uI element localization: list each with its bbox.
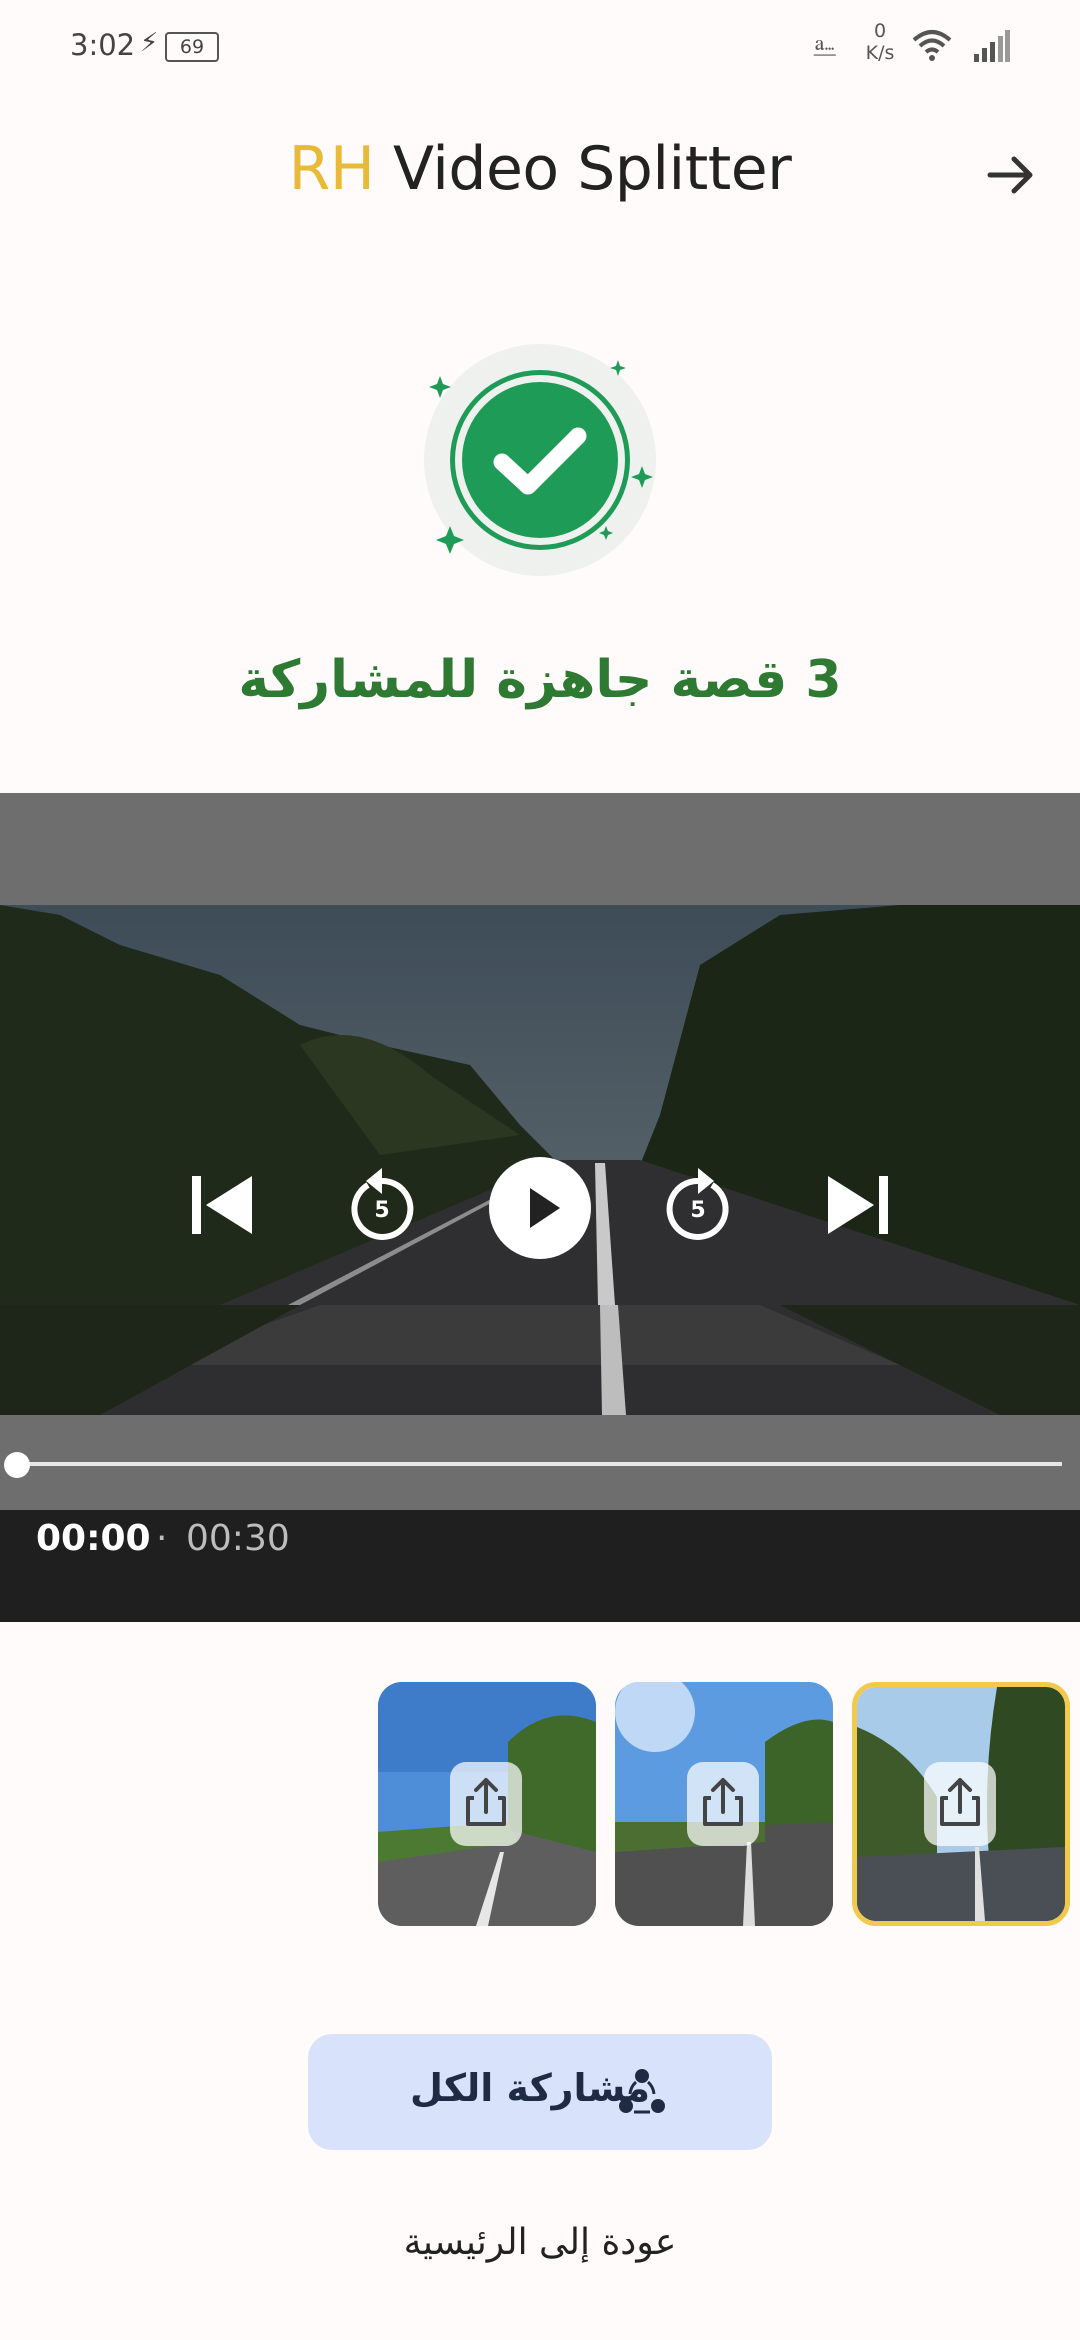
share-network-icon — [619, 2069, 665, 2114]
sparkle-icon — [631, 466, 653, 488]
play-button[interactable] — [488, 1150, 592, 1260]
sparkle-icon — [429, 376, 451, 398]
rewind-5-button[interactable]: 5 — [340, 1150, 424, 1260]
share-icon — [940, 1778, 980, 1826]
forward-5-button[interactable]: 5 — [656, 1150, 740, 1260]
share-button[interactable] — [687, 1762, 759, 1846]
duration: 00:30 — [186, 1518, 290, 1559]
share-button[interactable] — [924, 1762, 996, 1846]
sparkle-icon — [610, 360, 626, 376]
back-to-home-link[interactable]: عودة إلى الرئيسية — [0, 2222, 1080, 2263]
wifi-icon — [912, 30, 952, 61]
sparkle-icon — [436, 526, 464, 554]
charging-icon: ⚡ — [140, 28, 159, 58]
forward-seconds: 5 — [690, 1198, 706, 1223]
play-icon — [489, 1157, 591, 1259]
rewind-seconds: 5 — [374, 1198, 390, 1223]
current-time: 00:00 — [36, 1518, 151, 1559]
ready-message: 3 قصة جاهزة للمشاركة — [238, 650, 842, 710]
player-controls: 5 5 — [0, 1150, 1080, 1270]
checkmark-icon — [429, 360, 653, 554]
share-button[interactable] — [450, 1762, 522, 1846]
net-speed: 0 K/s — [860, 20, 900, 64]
app-header: RH Video Splitter — [0, 120, 1080, 220]
seek-bar[interactable] — [18, 1462, 1062, 1466]
seek-bar-knob[interactable] — [4, 1452, 30, 1478]
signal-icon — [974, 30, 1010, 62]
forward-arrow-button[interactable] — [978, 142, 1044, 208]
clip-thumbnail-1[interactable] — [378, 1682, 596, 1926]
usb-icon: ⎁ — [812, 26, 838, 64]
share-all-button[interactable]: مشاركة الكل — [308, 2034, 772, 2150]
app-title-rest: Video Splitter — [374, 134, 792, 204]
skip-previous-icon[interactable] — [180, 1150, 264, 1260]
app-title: RH Video Splitter — [0, 134, 1080, 204]
status-time: 3:02 — [70, 28, 136, 62]
clip-thumbnail-3[interactable] — [852, 1682, 1070, 1926]
app-title-prefix: RH — [288, 134, 375, 204]
video-lower-frame — [0, 1305, 1080, 1415]
battery-icon: 69 — [165, 32, 219, 62]
player-top-band — [0, 793, 1080, 905]
net-speed-unit: K/s — [865, 42, 895, 64]
success-badge — [420, 340, 660, 580]
time-separator: · — [156, 1518, 168, 1559]
skip-next-icon[interactable] — [816, 1150, 900, 1260]
net-speed-value: 0 — [873, 20, 887, 42]
status-bar: 3:02 ⚡ 69 ⎁ 0 K/s — [0, 0, 1080, 90]
clip-thumbnail-2[interactable] — [615, 1682, 833, 1926]
sparkle-icon — [599, 526, 613, 540]
share-icon — [703, 1778, 743, 1826]
share-icon — [466, 1778, 506, 1826]
